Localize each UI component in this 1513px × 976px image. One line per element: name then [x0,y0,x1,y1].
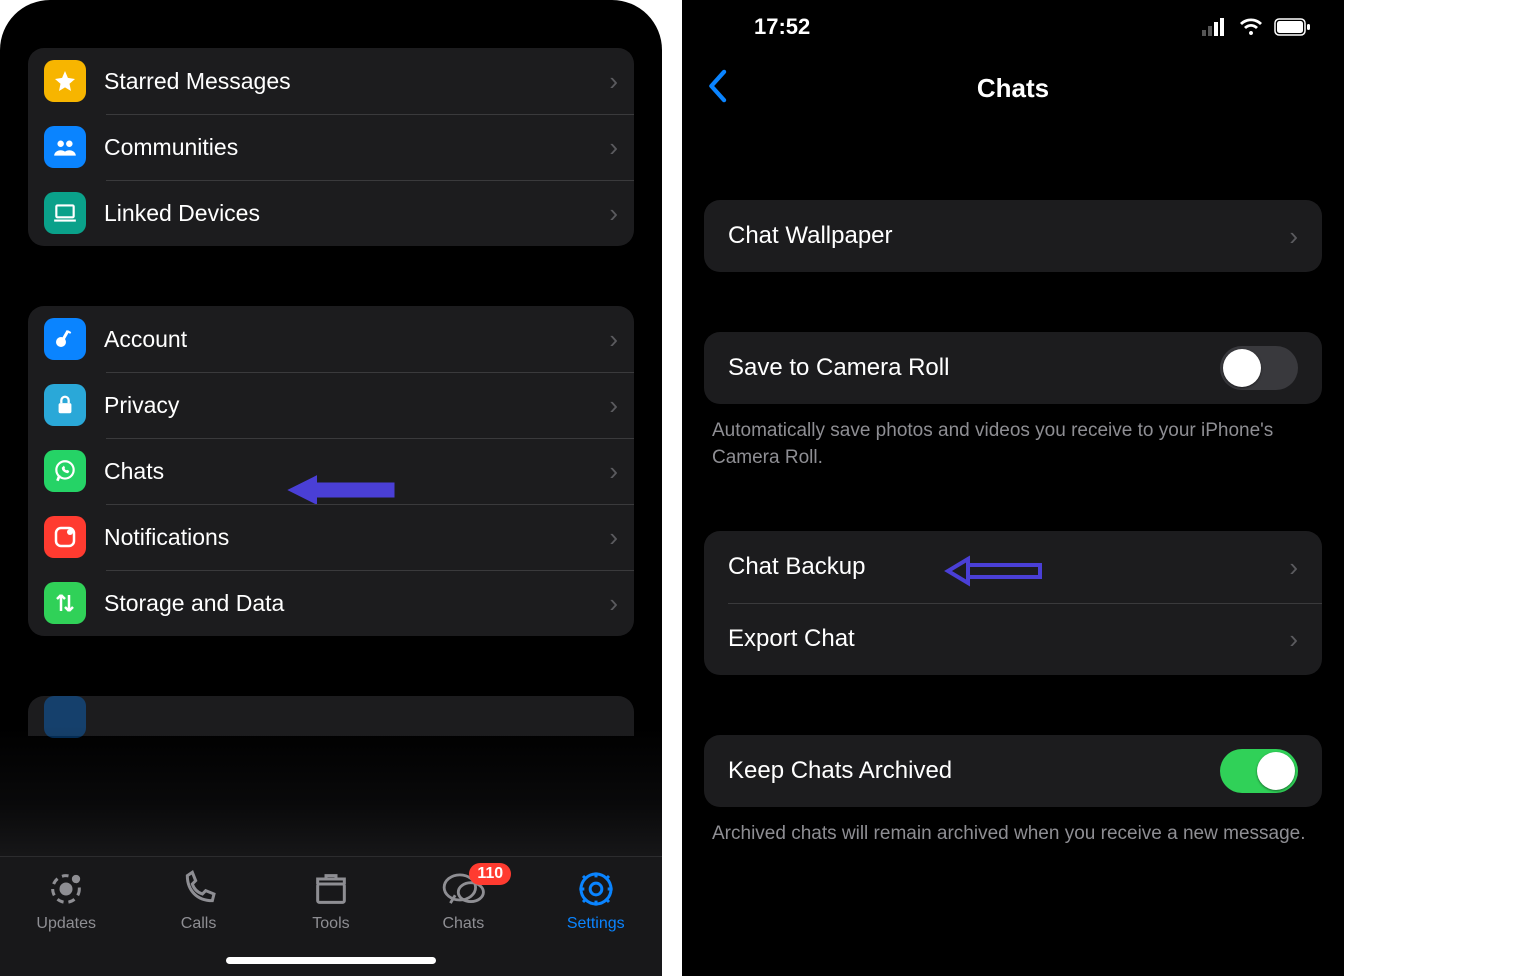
tab-label: Updates [36,915,96,933]
whatsapp-icon [44,450,86,492]
tools-icon [311,869,351,909]
row-communities[interactable]: Communities › [28,114,634,180]
section-note: Archived chats will remain archived when… [712,821,1314,848]
row-label: Storage and Data [104,590,284,617]
row-label: Privacy [104,392,179,419]
cellular-icon [1202,18,1228,36]
star-icon [44,60,86,102]
row-keep-chats-archived[interactable]: Keep Chats Archived [704,735,1322,807]
back-button[interactable] [706,69,728,108]
row-label: Notifications [104,524,229,551]
chevron-right-icon: › [609,522,618,553]
key-icon [44,318,86,360]
row-starred-messages[interactable]: Starred Messages › [28,48,634,114]
section-wallpaper: Chat Wallpaper › [704,200,1322,272]
row-chat-backup[interactable]: Chat Backup › [704,531,1322,603]
row-label: Linked Devices [104,200,260,227]
chevron-right-icon: › [1289,624,1298,655]
row-label: Starred Messages [104,68,291,95]
row-notifications[interactable]: Notifications › [28,504,634,570]
chevron-right-icon: › [609,324,618,355]
settings-group-3-partial [28,696,634,736]
bell-icon [44,516,86,558]
chats-settings-screen: 17:52 Chats Chat Wallpaper › Save to Cam [682,0,1344,976]
row-label: Communities [104,134,238,161]
communities-icon [44,126,86,168]
toggle-keep-archived[interactable] [1220,749,1298,793]
settings-group-1: Starred Messages › Communities › Linked … [28,48,634,246]
chats-badge: 110 [469,863,511,885]
chevron-right-icon: › [609,456,618,487]
row-label: Keep Chats Archived [728,757,952,785]
chevron-right-icon: › [609,132,618,163]
laptop-icon [44,192,86,234]
settings-group-2: Account › Privacy › Chats › [28,306,634,636]
chevron-right-icon: › [609,66,618,97]
section-archive: Keep Chats Archived [704,735,1322,807]
annotation-arrow-icon [944,553,1044,589]
row-label: Chat Wallpaper [728,222,893,250]
battery-icon [1274,18,1312,36]
nav-title: Chats [977,73,1049,104]
row-chat-wallpaper[interactable]: Chat Wallpaper › [704,200,1322,272]
tab-label: Settings [567,915,625,933]
row-label: Export Chat [728,625,855,653]
row-export-chat[interactable]: Export Chat › [704,603,1322,675]
tab-label: Chats [442,915,484,933]
tab-label: Calls [181,915,217,933]
settings-gear-icon [576,869,616,909]
row-label: Account [104,326,187,353]
lock-icon [44,384,86,426]
wifi-icon [1238,17,1264,37]
chevron-right-icon: › [1289,221,1298,252]
row-privacy[interactable]: Privacy › [28,372,634,438]
toggle-save-camera-roll[interactable] [1220,346,1298,390]
row-label: Chats [104,458,164,485]
section-camera-roll: Save to Camera Roll [704,332,1322,404]
updates-icon [46,869,86,909]
row-save-camera-roll[interactable]: Save to Camera Roll [704,332,1322,404]
chevron-right-icon: › [609,588,618,619]
row-account[interactable]: Account › [28,306,634,372]
row-chats[interactable]: Chats › [28,438,634,504]
nav-bar: Chats [682,54,1344,122]
chevron-right-icon: › [609,198,618,229]
chevron-right-icon: › [609,390,618,421]
section-backup-export: Chat Backup › Export Chat › [704,531,1322,675]
row-storage-data[interactable]: Storage and Data › [28,570,634,636]
row-label: Save to Camera Roll [728,354,949,382]
calls-icon [179,869,219,909]
tab-settings[interactable]: Settings [536,869,656,933]
tab-updates[interactable]: Updates [6,869,126,933]
tab-label: Tools [312,915,349,933]
tab-chats[interactable]: 110 Chats [403,869,523,933]
row-linked-devices[interactable]: Linked Devices › [28,180,634,246]
arrows-icon [44,582,86,624]
tab-tools[interactable]: Tools [271,869,391,933]
home-indicator[interactable] [226,957,436,964]
tab-calls[interactable]: Calls [139,869,259,933]
status-time: 17:52 [754,14,810,40]
status-bar: 17:52 [682,0,1344,54]
section-note: Automatically save photos and videos you… [712,418,1314,471]
settings-screen: Starred Messages › Communities › Linked … [0,0,662,976]
row-label: Chat Backup [728,553,865,581]
chevron-right-icon: › [1289,552,1298,583]
